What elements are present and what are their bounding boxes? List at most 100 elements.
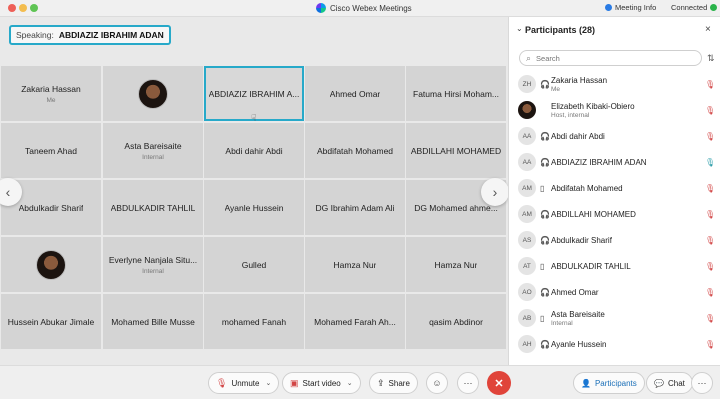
participant-tile-name: Ayanle Hussein <box>224 202 284 213</box>
participant-tile-name: Abdifatah Mohamed <box>316 145 394 156</box>
participant-video-tile[interactable]: Mohamed Farah Ah... <box>305 294 405 349</box>
microphone-muted-icon[interactable]: 🎙 <box>705 314 715 323</box>
headset-icon: 🎧 <box>540 131 550 141</box>
share-button[interactable]: ⇪ Share <box>369 372 418 394</box>
headset-icon: 🎧 <box>540 79 550 89</box>
participant-tile-name: Everlyne Nanjala Situ... <box>108 254 198 265</box>
participant-video-tile[interactable] <box>1 237 101 292</box>
participant-video-tile[interactable]: ABDILLAHI MOHAMED <box>406 123 506 178</box>
video-stage: Speaking: ABDIAZIZ IBRAHIM ADAN Zakaria … <box>0 17 509 365</box>
start-video-button[interactable]: ▣ Start video ⌄ <box>282 372 361 394</box>
participant-video-tile[interactable]: Abdifatah Mohamed <box>305 123 405 178</box>
app-title: Cisco Webex Meetings <box>316 3 412 13</box>
chat-tab-button[interactable]: 💬 Chat <box>646 372 693 394</box>
avatar: AM <box>518 179 536 197</box>
participant-row[interactable]: AS 🎧 Abdulkadir Sharif 🎙 <box>509 228 720 252</box>
microphone-muted-icon[interactable]: 🎙 <box>705 210 715 219</box>
participant-name: Abdifatah Mohamed <box>551 183 623 193</box>
participant-row[interactable]: AM 🎧 ABDILLAHI MOHAMED 🎙 <box>509 202 720 226</box>
chevron-left-icon: ‹ <box>5 184 11 200</box>
avatar: AB <box>518 309 536 327</box>
avatar: AA <box>518 127 536 145</box>
participant-video-tile[interactable]: Gulled <box>204 237 304 292</box>
microphone-muted-icon[interactable]: 🎙 <box>705 236 715 245</box>
participant-row[interactable]: Elizabeth Kibaki-Obiero Host, internal 🎙 <box>509 98 720 122</box>
reactions-button[interactable]: ☺ <box>426 372 448 394</box>
panel-more-button[interactable]: ⋯ <box>691 372 713 394</box>
participant-video-tile[interactable]: DG Ibrahim Adam Ali <box>305 180 405 235</box>
unmute-button[interactable]: 🎙 Unmute ⌄ <box>208 372 280 394</box>
participant-tile-name: DG Ibrahim Adam Ali <box>315 202 395 213</box>
headset-icon: 🎧 <box>540 209 550 219</box>
participant-row[interactable]: AO 🎧 Ahmed Omar 🎙 <box>509 280 720 304</box>
participant-row[interactable]: AM ▯ Abdifatah Mohamed 🎙 <box>509 176 720 200</box>
window-titlebar: Cisco Webex Meetings Meeting Info Connec… <box>0 0 720 17</box>
headset-icon: 🎧 <box>540 287 550 297</box>
participant-video-tile[interactable]: Mohamed Bille Musse <box>103 294 203 349</box>
participant-video-tile[interactable]: Hamza Nur <box>406 237 506 292</box>
participant-video-tile[interactable]: Taneem Ahad <box>1 123 101 178</box>
participant-video-tile[interactable]: Ahmed Omar <box>305 66 405 121</box>
participant-info: Abdi dahir Abdi <box>551 132 605 141</box>
end-call-button[interactable]: ✕ <box>487 371 511 395</box>
close-icon[interactable]: × <box>705 24 711 35</box>
participant-tile-name: Hamza Nur <box>333 259 377 270</box>
minimize-window-button[interactable] <box>19 4 27 12</box>
participant-video-tile[interactable]: Ayanle Hussein <box>204 180 304 235</box>
more-options-button[interactable]: ⋯ <box>457 372 479 394</box>
participant-tile-name: mohamed Fanah <box>221 316 287 327</box>
participant-video-tile[interactable]: Hamza Nur <box>305 237 405 292</box>
chevron-down-icon[interactable]: ⌄ <box>516 24 523 33</box>
participant-tile-name: Abdulkadir Sharif <box>18 202 84 213</box>
next-page-button[interactable]: › <box>481 178 509 206</box>
close-window-button[interactable] <box>8 4 16 12</box>
microphone-muted-icon[interactable]: 🎙 <box>705 340 715 349</box>
participant-search-input[interactable] <box>536 53 687 63</box>
participant-row[interactable]: AH 🎧 Ayanle Hussein 🎙 <box>509 332 720 356</box>
headset-icon: 🎧 <box>540 235 550 245</box>
participant-row[interactable]: AA 🎧 ABDIAZIZ IBRAHIM ADAN 🎙 <box>509 150 720 174</box>
connection-status-icon <box>710 4 718 11</box>
participant-row[interactable]: AB ▯ Asta Bareisaite Internal 🎙 <box>509 306 720 330</box>
participant-video-tile[interactable]: ABDIAZIZ IBRAHIM A... ☟ <box>204 66 304 123</box>
participant-tile-subtitle: Internal <box>142 267 164 275</box>
participant-role: Host, internal <box>551 111 590 119</box>
maximize-window-button[interactable] <box>30 4 38 12</box>
microphone-muted-icon[interactable]: 🎙 <box>705 132 715 141</box>
participant-video-tile[interactable]: Abdi dahir Abdi <box>204 123 304 178</box>
participant-video-tile[interactable]: Zakaria Hassan Me <box>1 66 101 121</box>
sort-icon[interactable]: ⇅ <box>707 53 715 64</box>
avatar: AO <box>518 283 536 301</box>
participant-video-tile[interactable]: qasim Abdinor <box>406 294 506 349</box>
participant-row[interactable]: AT ▯ ABDULKADIR TAHLIL 🎙 <box>509 254 720 278</box>
meeting-info-button[interactable]: Meeting Info <box>605 3 656 12</box>
search-icon: ⌕ <box>526 52 532 63</box>
microphone-muted-icon[interactable]: 🎙 <box>705 106 715 115</box>
microphone-muted-icon[interactable]: 🎙 <box>705 80 715 89</box>
microphone-muted-icon[interactable]: 🎙 <box>705 288 715 297</box>
microphone-icon[interactable]: 🎙 <box>705 158 715 167</box>
microphone-muted-icon[interactable]: 🎙 <box>705 184 715 193</box>
connection-status: Connected <box>671 3 718 12</box>
participant-tile-name: Mohamed Farah Ah... <box>314 316 396 327</box>
participant-search[interactable]: ⌕ <box>519 50 702 66</box>
participant-video-tile[interactable]: mohamed Fanah <box>204 294 304 349</box>
participant-video-tile[interactable]: Hussein Abukar Jimale <box>1 294 101 349</box>
more-icon: ⋯ <box>697 377 707 388</box>
participants-tab-button[interactable]: 👤 Participants <box>573 372 645 394</box>
participant-tile-name: Abdi dahir Abdi <box>225 145 283 156</box>
participant-video-tile[interactable]: Asta Bareisaite Internal <box>103 123 203 178</box>
participant-video-tile[interactable]: ABDULKADIR TAHLIL <box>103 180 203 235</box>
participant-video-tile[interactable] <box>103 66 203 121</box>
participant-row[interactable]: ZH 🎧 Zakaria Hassan Me 🎙 <box>509 72 720 96</box>
share-icon: ⇪ <box>377 377 385 388</box>
avatar: AA <box>518 153 536 171</box>
chevron-down-icon[interactable]: ⌄ <box>265 379 271 387</box>
chevron-down-icon[interactable]: ⌄ <box>347 379 353 387</box>
close-icon: ✕ <box>494 377 504 390</box>
participant-video-tile[interactable]: Fatuma Hirsi Moham... <box>406 66 506 121</box>
participant-tile-name: Ahmed Omar <box>329 88 381 99</box>
microphone-muted-icon[interactable]: 🎙 <box>705 262 715 271</box>
participant-row[interactable]: AA 🎧 Abdi dahir Abdi 🎙 <box>509 124 720 148</box>
participant-video-tile[interactable]: Everlyne Nanjala Situ... Internal <box>103 237 203 292</box>
